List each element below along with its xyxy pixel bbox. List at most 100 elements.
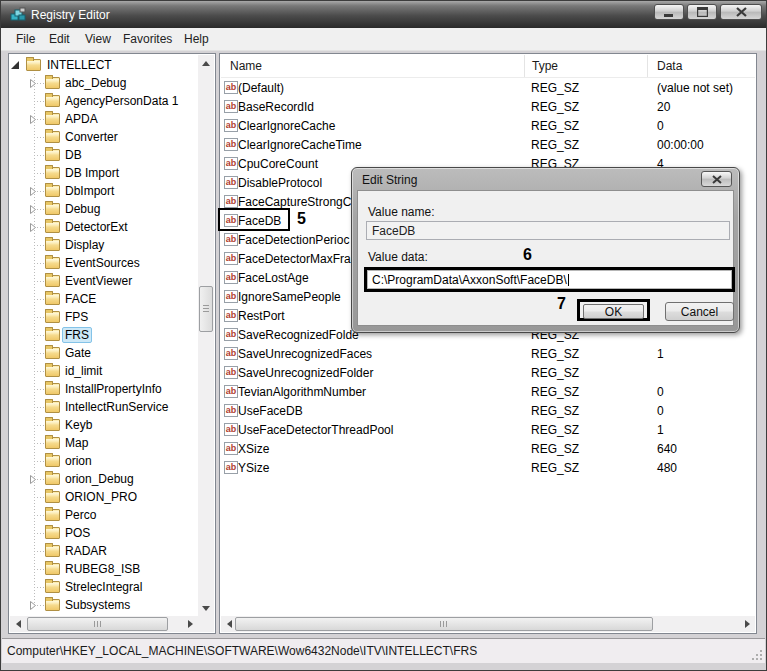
tree-item-db-import[interactable]: DB Import: [9, 164, 199, 182]
value-name-label: Value name:: [368, 205, 435, 219]
folder-icon: [45, 113, 60, 125]
tree-item-converter[interactable]: Converter: [9, 128, 199, 146]
menu-view[interactable]: View: [85, 32, 111, 46]
menu-file[interactable]: File: [16, 32, 35, 46]
tree-item-keyb[interactable]: Keyb: [9, 416, 199, 434]
value-row-saveunrecognizedfaces[interactable]: abSaveUnrecognizedFacesREG_SZ1: [221, 344, 755, 363]
tree-item-debug[interactable]: Debug: [9, 200, 199, 218]
value-row-tevianalgorithmnumber[interactable]: abTevianAlgorithmNumberREG_SZ0: [221, 382, 755, 401]
tree-item-db[interactable]: DB: [9, 146, 199, 164]
collapsed-arrow-icon[interactable]: [29, 222, 37, 233]
string-value-icon: ab: [224, 176, 238, 189]
value-row-clearignorecache[interactable]: abClearIgnoreCacheREG_SZ0: [221, 116, 755, 135]
tree-item-face[interactable]: FACE: [9, 290, 199, 308]
tree-item-orion-debug[interactable]: orion_Debug: [9, 470, 199, 488]
tree-item-installpropertyinfo[interactable]: InstallPropertyInfo: [9, 380, 199, 398]
string-value-icon: ab: [224, 404, 238, 417]
tree-vertical-scrollbar[interactable]: [198, 55, 214, 616]
folder-icon: [45, 131, 60, 143]
ok-button[interactable]: OK: [583, 304, 644, 319]
value-row-usefacedetectorthreadpool[interactable]: abUseFaceDetectorThreadPoolREG_SZ1: [221, 420, 755, 439]
value-row-ysize[interactable]: abYSizeREG_SZ480: [221, 458, 755, 477]
tree-item-frs[interactable]: FRS: [9, 326, 199, 344]
minimize-button[interactable]: [654, 4, 684, 20]
tree-item-orion[interactable]: orion: [9, 452, 199, 470]
scroll-left-button[interactable]: [10, 616, 26, 632]
tree-item-agencypersondata-1[interactable]: AgencyPersonData 1: [9, 92, 199, 110]
annotation-number-6: 6: [523, 246, 532, 264]
tree-item-dbimport[interactable]: DbImport: [9, 182, 199, 200]
list-header: Name Type Data: [221, 55, 755, 78]
maximize-button[interactable]: [687, 4, 717, 20]
resize-grip-icon[interactable]: [751, 649, 763, 661]
value-row--default-[interactable]: ab(Default)REG_SZ(value not set): [221, 78, 755, 97]
folder-icon: [45, 275, 60, 287]
dialog-title: Edit String: [362, 173, 417, 187]
string-value-icon: ab: [224, 119, 238, 132]
tree-horizontal-scrollbar[interactable]: [10, 616, 198, 632]
tree-item-apda[interactable]: APDA: [9, 110, 199, 128]
value-data-input[interactable]: C:\ProgramData\AxxonSoft\FaceDB\: [367, 270, 732, 289]
folder-icon: [45, 329, 60, 341]
scroll-right-button[interactable]: [739, 616, 755, 632]
value-row-clearignorecachetime[interactable]: abClearIgnoreCacheTimeREG_SZ00:00:00: [221, 135, 755, 154]
annotation-box-step5: [218, 208, 290, 231]
tree-item-strelecintegral[interactable]: StrelecIntegral: [9, 578, 199, 596]
column-header-data[interactable]: Data: [657, 59, 682, 73]
value-row-baserecordid[interactable]: abBaseRecordIdREG_SZ20: [221, 97, 755, 116]
list-hscroll-thumb[interactable]: [235, 617, 653, 631]
collapsed-arrow-icon[interactable]: [29, 78, 37, 89]
tree-item-intellectrunservice[interactable]: IntellectRunService: [9, 398, 199, 416]
collapsed-arrow-icon[interactable]: [29, 186, 37, 197]
folder-icon: [45, 437, 60, 449]
tree-item-radar[interactable]: RADAR: [9, 542, 199, 560]
scroll-up-button[interactable]: [198, 55, 214, 71]
menu-favorites[interactable]: Favorites: [123, 32, 172, 46]
scroll-down-button[interactable]: [198, 600, 214, 616]
menu-edit[interactable]: Edit: [49, 32, 70, 46]
tree-item-perco[interactable]: Perco: [9, 506, 199, 524]
tree-vscroll-thumb[interactable]: [199, 286, 213, 332]
tree-item-detectorext[interactable]: DetectorExt: [9, 218, 199, 236]
tree-item-display[interactable]: Display: [9, 236, 199, 254]
folder-icon: [45, 365, 60, 377]
menu-help[interactable]: Help: [184, 32, 209, 46]
minimize-icon: [664, 8, 674, 17]
close-button[interactable]: [720, 4, 762, 20]
collapsed-arrow-icon[interactable]: [29, 204, 37, 215]
collapsed-arrow-icon[interactable]: [29, 600, 37, 611]
tree-item-subsystems[interactable]: Subsystems: [9, 596, 199, 614]
scroll-right-button[interactable]: [182, 616, 198, 632]
cancel-button[interactable]: Cancel: [665, 302, 734, 321]
tree-item-map[interactable]: Map: [9, 434, 199, 452]
column-header-type[interactable]: Type: [532, 59, 558, 73]
string-value-icon: ab: [224, 195, 238, 208]
collapsed-arrow-icon[interactable]: [29, 114, 37, 125]
value-row-usefacedb[interactable]: abUseFaceDBREG_SZ0: [221, 401, 755, 420]
column-header-name[interactable]: Name: [230, 59, 262, 73]
dialog-close-button[interactable]: [701, 171, 732, 187]
tree-item-eventsources[interactable]: EventSources: [9, 254, 199, 272]
value-row-saveunrecognizedfolder[interactable]: abSaveUnrecognizedFolderREG_SZ: [221, 363, 755, 382]
value-row-xsize[interactable]: abXSizeREG_SZ640: [221, 439, 755, 458]
tree-item-intellect[interactable]: INTELLECT: [9, 56, 199, 74]
value-name-field: FaceDB: [366, 221, 730, 240]
tree-item-pos[interactable]: POS: [9, 524, 199, 542]
list-horizontal-scrollbar[interactable]: [221, 616, 755, 632]
folder-icon: [45, 257, 60, 269]
tree-hscroll-thumb[interactable]: [27, 617, 168, 631]
string-value-icon: ab: [224, 252, 238, 265]
dialog-body: Value name: FaceDB Value data: 6 C:\Prog…: [357, 190, 734, 326]
tree-item-id-limit[interactable]: id_limit: [9, 362, 199, 380]
tree-item-gate[interactable]: Gate: [9, 344, 199, 362]
tree-item-eventviewer[interactable]: EventViewer: [9, 272, 199, 290]
collapsed-arrow-icon[interactable]: [29, 474, 37, 485]
folder-icon: [45, 311, 60, 323]
string-value-icon: ab: [224, 423, 238, 436]
tree-item-fps[interactable]: FPS: [9, 308, 199, 326]
expanded-arrow-icon[interactable]: [11, 61, 19, 69]
folder-icon: [45, 185, 60, 197]
tree-item-orion-pro[interactable]: ORION_PRO: [9, 488, 199, 506]
tree-item-abc-debug[interactable]: abc_Debug: [9, 74, 199, 92]
tree-item-rubeg8-isb[interactable]: RUBEG8_ISB: [9, 560, 199, 578]
